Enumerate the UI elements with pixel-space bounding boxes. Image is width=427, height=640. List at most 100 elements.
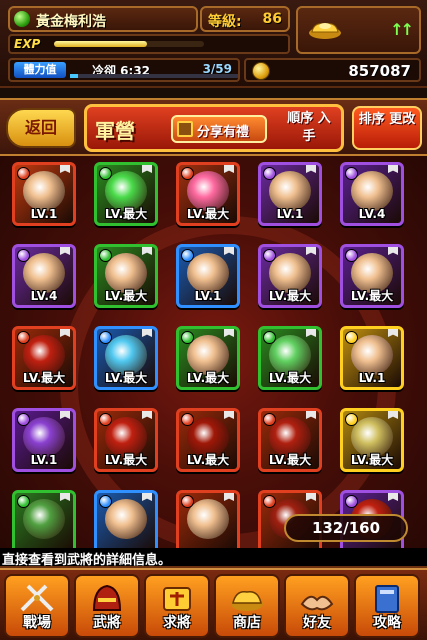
element-orb-icon bbox=[17, 331, 30, 344]
nav-item-label: 商店 bbox=[233, 615, 261, 631]
warrior-card[interactable]: LV.4 bbox=[340, 162, 404, 226]
bookmark-flag-icon bbox=[142, 247, 152, 255]
warrior-card[interactable] bbox=[176, 490, 240, 548]
nav-item[interactable]: 戰場 bbox=[4, 574, 70, 638]
card-level: LV.1 bbox=[358, 371, 386, 385]
nav-item[interactable]: 求將 bbox=[144, 574, 210, 638]
element-orb-icon bbox=[99, 167, 112, 180]
warrior-card[interactable]: LV.4 bbox=[12, 244, 76, 308]
element-orb-icon bbox=[99, 413, 112, 426]
exp-track bbox=[54, 41, 204, 47]
warrior-card[interactable]: LV.1 bbox=[176, 244, 240, 308]
bookmark-flag-icon bbox=[306, 493, 316, 501]
nav-item-label: 攻略 bbox=[373, 615, 401, 631]
warrior-card[interactable] bbox=[12, 490, 76, 548]
card-level: LV.最大 bbox=[268, 289, 312, 303]
warrior-helmet-icon bbox=[92, 584, 122, 611]
stamina-fill bbox=[70, 74, 79, 78]
warrior-card[interactable]: LV.最大 bbox=[176, 326, 240, 390]
nav-item-label: 好友 bbox=[303, 615, 331, 631]
card-level: LV.1 bbox=[30, 453, 58, 467]
bookmark-flag-icon bbox=[142, 329, 152, 337]
warrior-card[interactable]: LV.最大 bbox=[258, 326, 322, 390]
bookmark-flag-icon bbox=[224, 411, 234, 419]
card-level: LV.最大 bbox=[186, 371, 230, 385]
card-level: LV.4 bbox=[30, 289, 58, 303]
element-orb-icon bbox=[181, 167, 194, 180]
element-orb-icon bbox=[99, 249, 112, 262]
warrior-card[interactable]: LV.最大 bbox=[176, 162, 240, 226]
element-orb-icon bbox=[345, 249, 358, 262]
warrior-card[interactable]: LV.最大 bbox=[258, 408, 322, 472]
warrior-card[interactable]: LV.最大 bbox=[176, 408, 240, 472]
element-orb-icon bbox=[17, 495, 30, 508]
card-level: LV.最大 bbox=[104, 289, 148, 303]
nav-item[interactable]: 商店 bbox=[214, 574, 280, 638]
bookmark-flag-icon bbox=[142, 411, 152, 419]
treasure-chest-icon bbox=[177, 121, 193, 137]
status-panel: 黃金梅利浩 等級: 86 EXP ↑↑ 體力值 冷卻 6:32 3/59 857… bbox=[0, 0, 427, 88]
warrior-card[interactable]: LV.1 bbox=[12, 408, 76, 472]
element-orb-icon bbox=[345, 167, 358, 180]
warrior-card[interactable]: LV.最大 bbox=[94, 244, 158, 308]
card-level: LV.1 bbox=[30, 207, 58, 221]
element-orb-icon bbox=[17, 167, 30, 180]
coin-icon bbox=[252, 62, 270, 80]
stamina-bar: 體力值 冷卻 6:32 3/59 bbox=[8, 58, 240, 82]
element-orb-icon bbox=[263, 495, 276, 508]
gold-ingot-icon bbox=[309, 23, 341, 39]
bookmark-flag-icon bbox=[60, 329, 70, 337]
element-orb-icon bbox=[181, 331, 194, 344]
card-count-badge: 132/160 bbox=[284, 514, 408, 542]
gold-trend-icon: ↑↑ bbox=[390, 20, 414, 39]
warrior-portrait-icon bbox=[23, 499, 65, 539]
warrior-card[interactable]: LV.最大 bbox=[340, 408, 404, 472]
nav-item[interactable]: 武將 bbox=[74, 574, 140, 638]
level-value: 86 bbox=[262, 11, 282, 27]
warrior-card[interactable]: LV.最大 bbox=[258, 244, 322, 308]
card-level: LV.最大 bbox=[186, 453, 230, 467]
element-orb-icon bbox=[263, 167, 276, 180]
bookmark-flag-icon bbox=[306, 247, 316, 255]
card-level: LV.最大 bbox=[268, 371, 312, 385]
bookmark-flag-icon bbox=[388, 247, 398, 255]
bookmark-flag-icon bbox=[60, 411, 70, 419]
sort-order-label: 順序 入手 bbox=[287, 111, 331, 144]
card-level: LV.最大 bbox=[350, 453, 394, 467]
warrior-card[interactable]: LV.1 bbox=[12, 162, 76, 226]
element-orb-icon bbox=[263, 249, 276, 262]
bookmark-flag-icon bbox=[388, 493, 398, 501]
info-ticker: 直接查看到武將的詳細信息。 bbox=[0, 548, 427, 568]
warrior-card[interactable]: LV.1 bbox=[258, 162, 322, 226]
card-level: LV.最大 bbox=[104, 453, 148, 467]
warrior-card[interactable]: LV.最大 bbox=[12, 326, 76, 390]
warrior-card[interactable]: LV.1 bbox=[340, 326, 404, 390]
level-box: 等級: 86 bbox=[200, 6, 290, 32]
level-label: 等級: bbox=[208, 14, 242, 30]
warrior-card[interactable]: LV.最大 bbox=[340, 244, 404, 308]
share-reward-button[interactable]: 分享有禮 bbox=[171, 115, 267, 143]
title-bar: 返回 軍營 分享有禮 順序 入手 排序 更改 bbox=[0, 98, 427, 156]
bookmark-flag-icon bbox=[60, 165, 70, 173]
stamina-label: 體力值 bbox=[14, 62, 66, 78]
bookmark-flag-icon bbox=[224, 493, 234, 501]
nav-item[interactable]: 攻略 bbox=[354, 574, 420, 638]
element-orb-icon bbox=[345, 495, 358, 508]
gold-ingot-box[interactable]: ↑↑ bbox=[296, 6, 421, 54]
stamina-track bbox=[70, 74, 238, 78]
warrior-card[interactable]: LV.最大 bbox=[94, 408, 158, 472]
bookmark-flag-icon bbox=[142, 165, 152, 173]
change-sort-button[interactable]: 排序 更改 bbox=[352, 106, 422, 150]
nav-item-label: 戰場 bbox=[23, 615, 51, 631]
nav-item[interactable]: 好友 bbox=[284, 574, 350, 638]
warrior-card[interactable] bbox=[94, 490, 158, 548]
card-level: LV.最大 bbox=[104, 207, 148, 221]
back-button[interactable]: 返回 bbox=[6, 108, 76, 148]
warrior-card[interactable]: LV.最大 bbox=[94, 326, 158, 390]
player-name-box: 黃金梅利浩 bbox=[8, 6, 198, 32]
bottom-nav: 戰場 武將 求將 商店 好友 攻略 bbox=[0, 568, 427, 640]
element-orb-icon bbox=[345, 413, 358, 426]
element-orb-icon bbox=[181, 413, 194, 426]
bookmark-flag-icon bbox=[224, 247, 234, 255]
warrior-card[interactable]: LV.最大 bbox=[94, 162, 158, 226]
